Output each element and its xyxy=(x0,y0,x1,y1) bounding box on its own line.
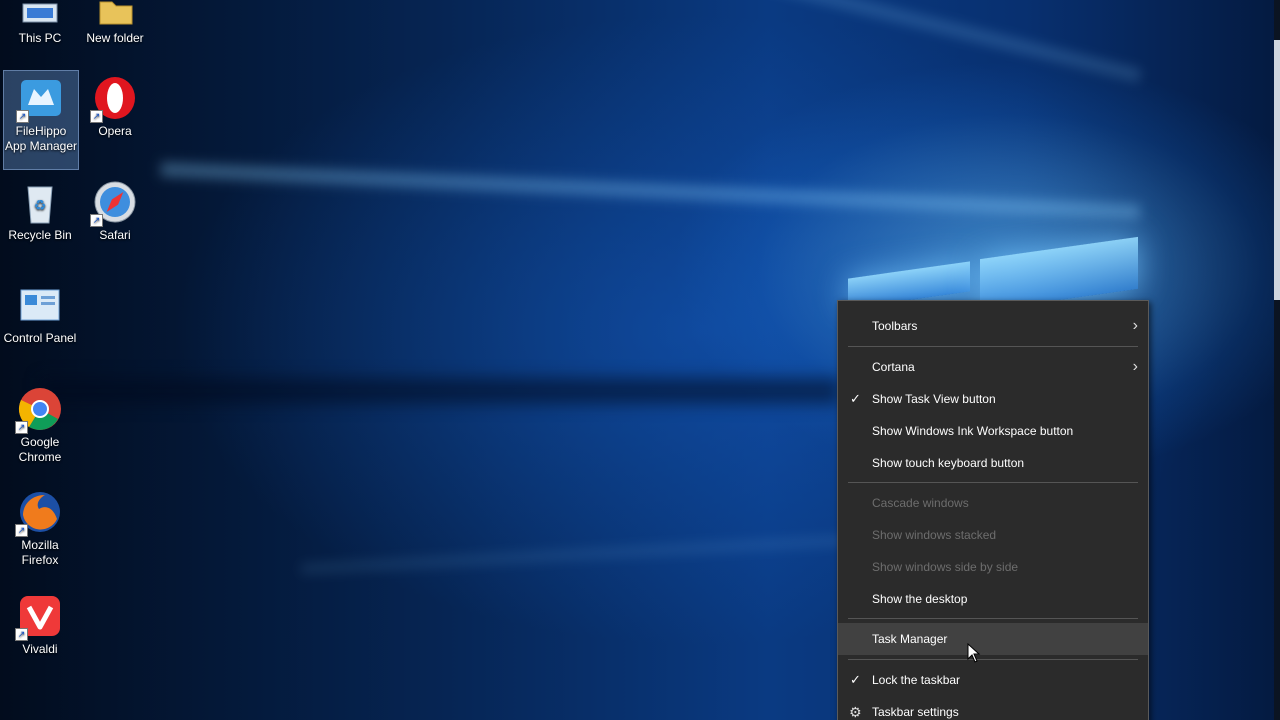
mouse-cursor-icon xyxy=(967,642,981,668)
desktop-icon-label: Safari xyxy=(99,228,131,242)
taskbar-context-menu: Toolbars › Cortana › ✓ Show Task View bu… xyxy=(837,300,1149,720)
desktop-icon-label: Control Panel xyxy=(3,331,77,345)
menu-item-show-touch-keyboard-button[interactable]: Show touch keyboard button xyxy=(838,448,1148,478)
menu-item-show-the-desktop[interactable]: Show the desktop xyxy=(838,584,1148,614)
desktop-icon-new-folder[interactable]: New folder xyxy=(78,0,152,46)
chevron-right-icon: › xyxy=(1132,358,1138,375)
menu-separator xyxy=(848,618,1138,619)
menu-item-cascade-windows: Cascade windows xyxy=(838,488,1148,518)
menu-item-label: Task Manager xyxy=(872,632,948,646)
gear-icon: ⚙ xyxy=(849,704,862,720)
wallpaper-light-beam xyxy=(160,162,1141,219)
menu-item-cortana[interactable]: Cortana › xyxy=(838,352,1148,382)
filehippo-icon: ↗ xyxy=(16,75,64,123)
menu-item-label: Toolbars xyxy=(872,319,918,333)
desktop-icon-label: Vivaldi xyxy=(22,642,58,656)
shortcut-arrow-icon: ↗ xyxy=(16,110,29,123)
desktop-icon-label: This PC xyxy=(18,31,62,45)
shortcut-arrow-icon: ↗ xyxy=(15,421,28,434)
opera-icon: ↗ xyxy=(90,75,138,123)
desktop-icon-label: New folder xyxy=(86,31,144,45)
wallpaper-light-beam xyxy=(439,0,1142,82)
menu-item-label: Show touch keyboard button xyxy=(872,456,1025,470)
menu-item-toolbars[interactable]: Toolbars › xyxy=(838,311,1148,341)
menu-item-show-windows-side-by-side: Show windows side by side xyxy=(838,552,1148,582)
firefox-icon: ↗ xyxy=(15,489,63,537)
desktop-icon-recycle-bin[interactable]: ♻ Recycle Bin xyxy=(3,175,77,243)
desktop-icon-label: FileHippo App Manager xyxy=(4,124,78,153)
wallpaper-shadow-band xyxy=(40,378,840,404)
shortcut-arrow-icon: ↗ xyxy=(90,110,103,123)
menu-item-taskbar-settings[interactable]: ⚙ Taskbar settings xyxy=(838,697,1148,720)
menu-item-show-task-view-button[interactable]: ✓ Show Task View button xyxy=(838,384,1148,414)
desktop-icon-opera[interactable]: ↗ Opera xyxy=(78,71,152,139)
menu-item-lock-the-taskbar[interactable]: ✓ Lock the taskbar xyxy=(838,665,1148,695)
menu-item-label: Cascade windows xyxy=(872,496,969,510)
menu-item-show-ink-workspace-button[interactable]: Show Windows Ink Workspace button xyxy=(838,416,1148,446)
desktop-icon-vivaldi[interactable]: ↗ Vivaldi xyxy=(3,589,77,657)
safari-icon: ↗ xyxy=(90,179,138,227)
menu-item-label: Show the desktop xyxy=(872,592,968,606)
checkmark-icon: ✓ xyxy=(850,391,861,406)
desktop-icon-safari[interactable]: ↗ Safari xyxy=(78,175,152,243)
desktop-icon-label: Opera xyxy=(98,124,132,138)
vivaldi-icon: ↗ xyxy=(15,593,63,641)
control-panel-icon xyxy=(17,282,63,328)
menu-separator xyxy=(848,659,1138,660)
desktop-background[interactable]: This PC New folder ↗ FileHippo App Manag… xyxy=(0,0,1280,720)
recycle-bin-icon: ♻ xyxy=(17,179,63,225)
desktop-icon-chrome[interactable]: ↗ Google Chrome xyxy=(3,382,77,465)
shortcut-arrow-icon: ↗ xyxy=(90,214,103,227)
menu-item-label: Show windows stacked xyxy=(872,528,997,542)
checkmark-icon: ✓ xyxy=(850,672,861,687)
menu-item-task-manager[interactable]: Task Manager xyxy=(838,623,1148,655)
menu-item-label: Lock the taskbar xyxy=(872,673,961,687)
desktop-icon-control-panel[interactable]: Control Panel xyxy=(3,278,77,346)
menu-item-label: Cortana xyxy=(872,360,915,374)
desktop-icon-label: Mozilla Firefox xyxy=(21,538,59,567)
chevron-right-icon: › xyxy=(1132,317,1138,334)
folder-icon xyxy=(92,0,138,28)
svg-text:♻: ♻ xyxy=(34,197,47,213)
menu-item-label: Show Windows Ink Workspace button xyxy=(872,424,1074,438)
desktop-icon-this-pc[interactable]: This PC xyxy=(3,0,77,46)
menu-separator xyxy=(848,482,1138,483)
shortcut-arrow-icon: ↗ xyxy=(15,524,28,537)
desktop-icon-label: Google Chrome xyxy=(18,435,62,464)
desktop-icon-label: Recycle Bin xyxy=(8,228,72,242)
this-pc-icon xyxy=(17,0,63,28)
menu-item-label: Show windows side by side xyxy=(872,560,1019,574)
menu-item-label: Show Task View button xyxy=(872,392,996,406)
chrome-icon: ↗ xyxy=(15,386,63,434)
desktop-icon-firefox[interactable]: ↗ Mozilla Firefox xyxy=(3,485,77,568)
desktop-icon-filehippo[interactable]: ↗ FileHippo App Manager xyxy=(3,70,79,170)
menu-item-show-windows-stacked: Show windows stacked xyxy=(838,520,1148,550)
shortcut-arrow-icon: ↗ xyxy=(15,628,28,641)
screen-right-edge xyxy=(1274,0,1280,720)
menu-item-label: Taskbar settings xyxy=(872,705,959,719)
menu-separator xyxy=(848,346,1138,347)
